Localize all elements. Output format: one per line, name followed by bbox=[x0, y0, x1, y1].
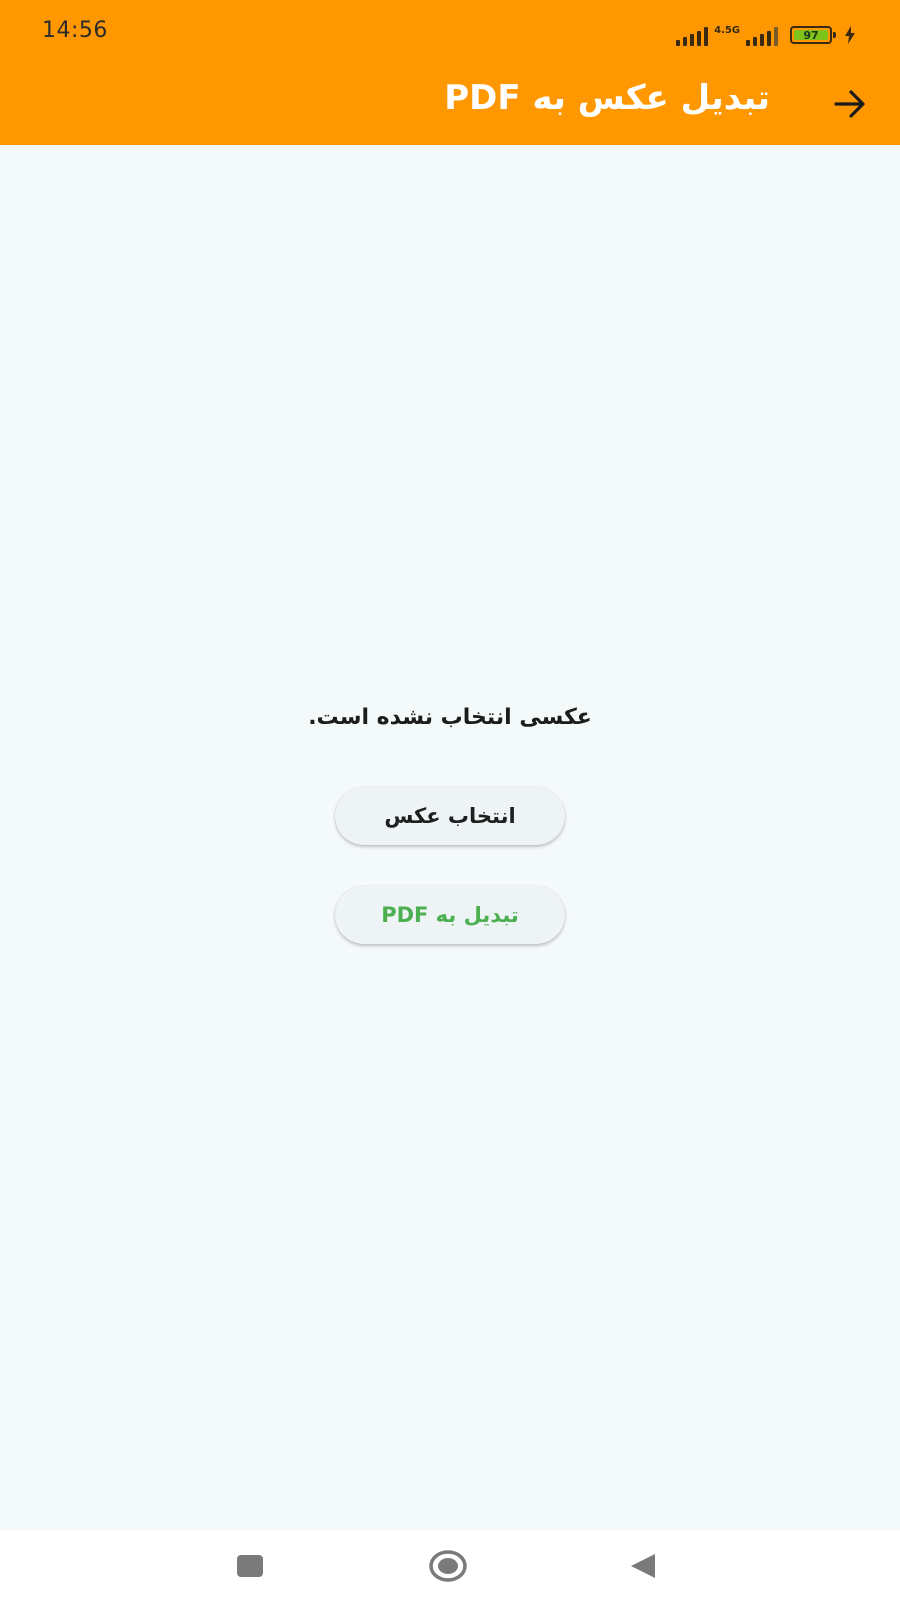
network-type-label: 4.5G bbox=[714, 25, 740, 36]
convert-to-pdf-button[interactable]: تبدیل به PDF bbox=[335, 886, 565, 944]
charging-icon bbox=[845, 26, 855, 44]
top-bar: 14:56 4.5G 97 تبدیل عکس به PDF bbox=[0, 0, 900, 145]
screen: 14:56 4.5G 97 تبدیل عکس به PDF عکسی انتخ… bbox=[0, 0, 900, 1600]
select-image-button[interactable]: انتخاب عکس bbox=[335, 787, 565, 845]
recents-button[interactable] bbox=[228, 1544, 272, 1588]
signal-icon bbox=[676, 26, 709, 46]
battery-icon: 97 bbox=[790, 26, 836, 44]
page-title: تبدیل عکس به PDF bbox=[444, 78, 770, 118]
recents-icon bbox=[237, 1555, 263, 1577]
navigation-bar bbox=[0, 1530, 900, 1600]
app-bar: تبدیل عکس به PDF bbox=[0, 68, 900, 145]
back-button[interactable] bbox=[828, 82, 872, 126]
status-bar: 14:56 4.5G 97 bbox=[0, 0, 900, 68]
battery-level: 97 bbox=[803, 28, 819, 42]
status-icons: 4.5G 97 bbox=[676, 20, 856, 46]
home-button[interactable] bbox=[426, 1544, 470, 1588]
back-icon bbox=[631, 1554, 655, 1578]
status-time: 14:56 bbox=[42, 18, 108, 43]
signal-icon-2 bbox=[746, 26, 778, 46]
arrow-forward-icon bbox=[834, 90, 865, 118]
empty-state-message: عکسی انتخاب نشده است. bbox=[308, 705, 592, 730]
home-icon bbox=[429, 1550, 467, 1582]
nav-back-button[interactable] bbox=[621, 1544, 665, 1588]
main-content: عکسی انتخاب نشده است. انتخاب عکس تبدیل ب… bbox=[0, 145, 900, 1530]
